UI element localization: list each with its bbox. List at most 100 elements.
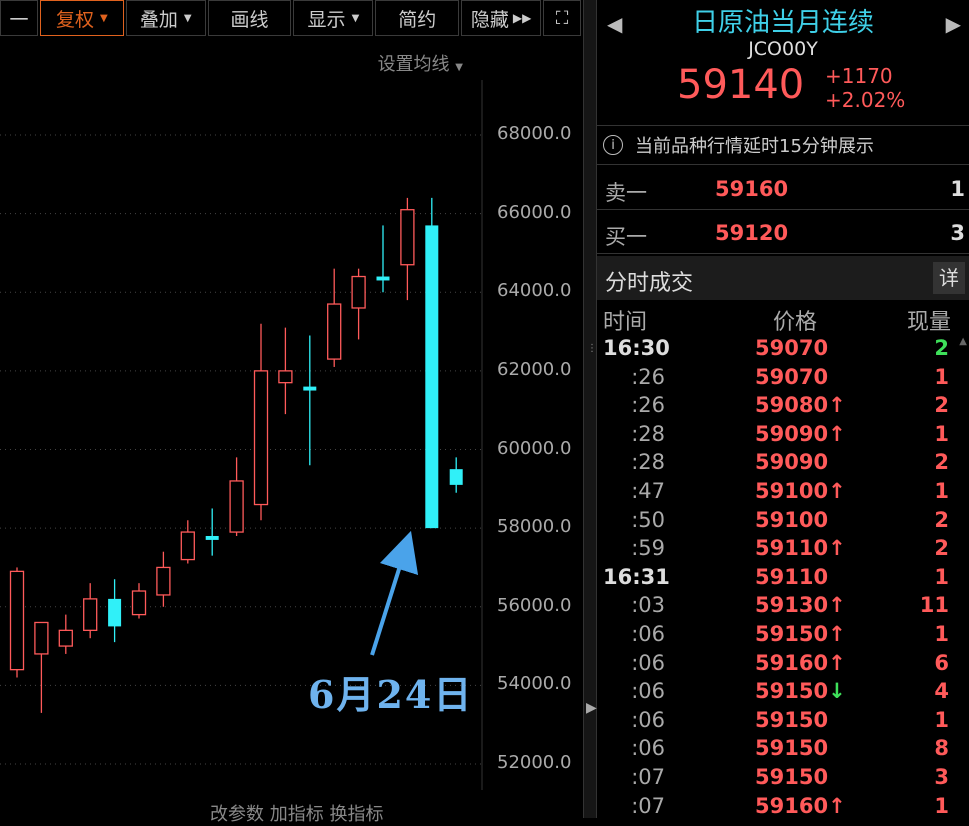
candle-body (303, 386, 317, 391)
y-tick-label: 64000.0 (497, 280, 572, 302)
tick-volume: 2 (934, 336, 949, 360)
tick-row: :26 59080↑ 2 (597, 393, 969, 422)
candle (131, 583, 147, 619)
tick-row: :06 59150 8 (597, 736, 969, 765)
y-tick-label: 62000.0 (497, 358, 572, 380)
scroll-up-icon[interactable]: ▲ (959, 336, 967, 347)
tick-time: :06 (631, 736, 665, 761)
tick-price: 59080↑ (755, 393, 846, 418)
tick-row: :28 59090 2 (597, 450, 969, 479)
candle-body (58, 629, 73, 647)
tick-row: :59 59110↑ 2 (597, 536, 969, 565)
candle-body (376, 276, 390, 281)
detail-button[interactable]: 详 (933, 262, 965, 294)
bid-price: 59120 (715, 221, 789, 245)
arrow-up-icon: ↑ (828, 421, 846, 446)
arrow-up-icon: ↑ (828, 393, 846, 418)
arrow-up-icon: ↑ (828, 536, 846, 561)
candle-body (205, 535, 219, 540)
candle-body (351, 275, 366, 309)
tick-volume: 6 (934, 650, 949, 675)
tick-price: 59070 (755, 336, 829, 360)
tick-time: :06 (631, 679, 665, 704)
tick-price: 59090 (755, 450, 829, 475)
candle-body (131, 590, 147, 616)
tick-price: 59150↓ (755, 679, 846, 704)
tick-time: :28 (631, 421, 665, 446)
collapse-arrow-icon[interactable]: ▶ (586, 700, 597, 716)
candle (425, 197, 439, 529)
tick-volume: 1 (934, 622, 949, 646)
tick-volume: 2 (934, 393, 949, 418)
tick-time: :03 (631, 593, 665, 618)
instrument-name: 日原油当月连续 (691, 8, 874, 38)
y-tick-label: 52000.0 (497, 752, 572, 773)
tick-price: 59150 (755, 765, 829, 789)
tick-volume: 8 (934, 736, 949, 761)
tick-price: 59150 (755, 736, 829, 761)
info-icon: i (603, 135, 623, 155)
tick-volume: 1 (934, 421, 949, 446)
candle (9, 567, 25, 678)
candle-body (156, 566, 171, 596)
panel-splitter[interactable]: ⋮ ▶ (583, 0, 597, 818)
candle (303, 335, 317, 466)
y-tick-label: 58000.0 (497, 516, 572, 538)
candle (156, 551, 171, 607)
tick-row: :06 59150↓ 4 (597, 679, 969, 708)
bid-volume: 3 (950, 221, 965, 245)
candle (108, 579, 122, 643)
tick-row: :07 59150 3 (597, 765, 969, 794)
tick-time: :06 (631, 622, 665, 646)
tick-price: 59100↑ (755, 479, 846, 503)
tick-volume: 3 (934, 765, 949, 789)
y-tick-label: 68000.0 (497, 123, 572, 144)
candle (58, 614, 73, 654)
tick-row: :06 59150 1 (597, 708, 969, 737)
arrow-down-icon: ↓ (828, 679, 846, 704)
chart-panel: 一 复权 ▼ 叠加 ▼ 画线 显示 ▼ 简约 隐藏 ▶▶ ⛶ 设置均线 ▼ 68000.… (0, 0, 583, 825)
last-price: 59140 (677, 62, 805, 108)
candle (351, 268, 366, 340)
candle-body (180, 531, 195, 561)
bid-row: 买一 59120 3 (597, 212, 969, 254)
tick-price: 59090↑ (755, 421, 846, 446)
tick-volume: 11 (919, 593, 949, 618)
candle-body (34, 621, 49, 655)
tick-price: 59160↑ (755, 650, 846, 675)
y-tick-label: 54000.0 (497, 673, 572, 695)
tick-volume: 1 (934, 564, 949, 589)
arrow-up-icon: ↑ (828, 479, 846, 503)
tick-volume: 2 (934, 536, 949, 561)
ticks-header: 分时成交 详 (597, 256, 969, 300)
tick-price: 59130↑ (755, 593, 846, 618)
tick-time: :28 (631, 450, 665, 475)
candle (449, 457, 463, 493)
delay-notice-text: 当前品种行情延时15分钟展示 (635, 136, 874, 157)
col-time: 时间 (603, 310, 648, 335)
tick-time: :47 (631, 479, 665, 503)
tick-time: :50 (631, 507, 665, 532)
candle-body (83, 598, 98, 631)
delay-notice: i 当前品种行情延时15分钟展示 (597, 125, 969, 165)
candle (253, 323, 269, 521)
tick-time: 16:30 (603, 336, 670, 360)
tick-time: 16:31 (603, 564, 670, 589)
tick-volume: 1 (934, 793, 949, 818)
tick-volume: 1 (934, 707, 949, 732)
tick-price: 59110 (755, 564, 829, 589)
candle (376, 225, 390, 293)
y-tick-label: 56000.0 (497, 594, 572, 616)
tick-price: 59100 (755, 507, 829, 532)
candle (205, 508, 219, 556)
candle-body (449, 469, 463, 485)
arrow-up-icon: ↑ (828, 622, 846, 646)
ask-price: 59160 (715, 177, 789, 201)
indicator-bar[interactable]: 改参数 加指标 换指标 (210, 800, 383, 826)
candle (83, 583, 98, 639)
tick-price: 59110↑ (755, 536, 846, 561)
tick-row: :47 59100↑ 1 (597, 479, 969, 508)
candle-body (400, 209, 415, 266)
ticks-title: 分时成交 (605, 271, 694, 296)
tick-time: :06 (631, 650, 665, 675)
